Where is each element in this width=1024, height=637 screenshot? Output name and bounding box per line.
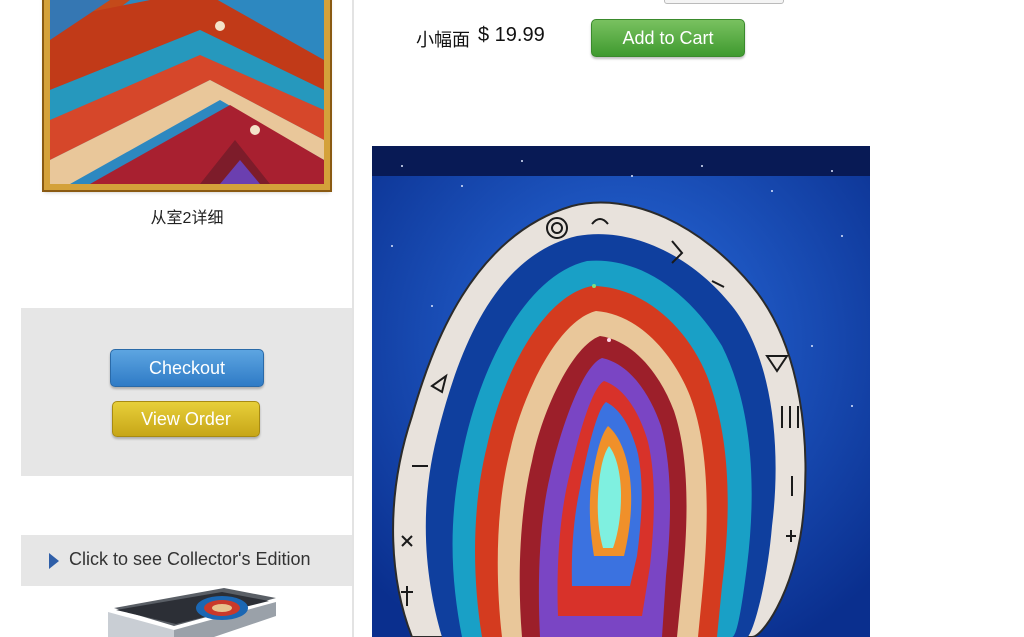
collectors-edition-box-image[interactable] (104, 586, 280, 637)
collectors-edition-label: Click to see Collector's Edition (69, 549, 311, 569)
sidebar: 从室2详细 Checkout View Order Click to see C… (0, 0, 352, 637)
framed-artwork-thumbnail[interactable] (42, 0, 332, 192)
page: 从室2详细 Checkout View Order Click to see C… (0, 0, 1024, 637)
checkout-button[interactable]: Checkout (110, 349, 264, 387)
cart-panel: Checkout View Order (21, 308, 352, 476)
size-label: 小幅面 (416, 30, 470, 50)
triangle-right-icon (49, 553, 59, 569)
size-select[interactable] (664, 0, 784, 4)
view-order-button[interactable]: View Order (112, 401, 260, 437)
collectors-edition-link[interactable]: Click to see Collector's Edition (21, 535, 352, 586)
column-divider (352, 0, 354, 637)
product-artwork-image[interactable] (372, 146, 870, 637)
add-to-cart-button[interactable]: Add to Cart (591, 19, 745, 57)
price-label: $ 19.99 (478, 24, 545, 46)
thumbnail-caption[interactable]: 从室2详细 (0, 204, 374, 228)
